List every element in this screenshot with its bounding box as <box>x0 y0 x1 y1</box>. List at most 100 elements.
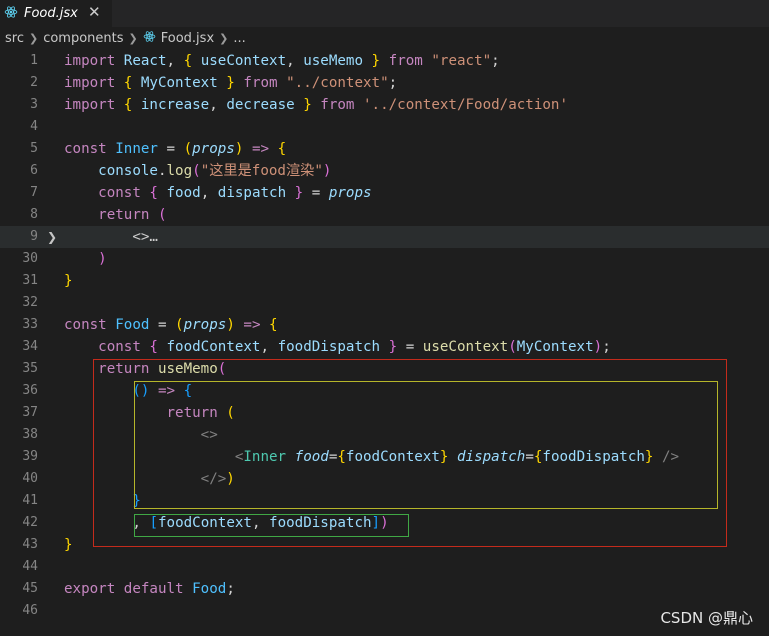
code-text: return useMemo( <box>64 358 226 380</box>
code-token: ( <box>508 339 517 355</box>
breadcrumb-item-file[interactable]: Food.jsx <box>161 31 214 46</box>
code-token: { <box>337 449 346 465</box>
code-token: ( <box>217 361 227 377</box>
line-number: 9 <box>30 229 38 244</box>
code-token: from <box>234 75 287 91</box>
line-number: 2 <box>30 75 38 90</box>
code-token: props <box>183 317 227 333</box>
line-number: 8 <box>30 207 38 222</box>
code-line[interactable]: 1 import React, { useContext, useMemo } f… <box>0 50 769 72</box>
code-line[interactable]: 31} <box>0 270 769 292</box>
code-line[interactable]: 4 <box>0 116 769 138</box>
tab-food-jsx[interactable]: Food.jsx ✕ <box>0 0 112 27</box>
line-number: 44 <box>22 559 38 574</box>
code-text: } <box>64 534 73 556</box>
code-line[interactable]: 40 </>) <box>0 468 769 490</box>
react-icon <box>4 4 18 23</box>
code-text: <> <box>64 424 218 446</box>
code-token: , <box>200 185 218 201</box>
code-token: </> <box>200 471 227 487</box>
code-token: ) <box>322 163 332 179</box>
code-line[interactable]: 9 ❯ <>… <box>0 226 769 248</box>
code-token: return <box>98 207 158 223</box>
code-line[interactable]: 41 } <box>0 490 769 512</box>
code-token: useMemo <box>303 53 364 69</box>
code-token: { <box>183 383 193 399</box>
code-token: MyContext <box>140 75 218 91</box>
code-line[interactable]: 32 <box>0 292 769 314</box>
code-token: = <box>397 339 423 355</box>
code-token: ; <box>388 75 398 91</box>
code-token: const <box>98 339 150 355</box>
code-token: Food <box>115 317 150 333</box>
code-line[interactable]: 5 const Inner = (props) => { <box>0 138 769 160</box>
code-token: = <box>303 185 329 201</box>
code-line[interactable]: 7 const { food, dispatch } = props <box>0 182 769 204</box>
code-token: default <box>123 581 193 597</box>
code-token: props <box>192 141 235 157</box>
code-text: import React, { useContext, useMemo } fr… <box>64 50 500 72</box>
code-line[interactable]: 6 console.log("这里是food渲染") <box>0 160 769 182</box>
code-line[interactable]: 45 export default Food; <box>0 578 769 600</box>
line-number: 46 <box>22 603 38 618</box>
code-line[interactable]: 35 return useMemo( <box>0 358 769 380</box>
code-token: useContext <box>422 339 509 355</box>
code-token: => <box>149 383 184 399</box>
code-text: return ( <box>64 204 166 226</box>
code-token: foodContext <box>345 449 440 465</box>
code-token: ; <box>602 339 611 355</box>
line-number: 6 <box>30 163 38 178</box>
code-token: foodDispatch <box>542 449 645 465</box>
code-text: const Food = (props) => { <box>64 314 278 336</box>
code-token: => <box>243 141 278 157</box>
code-line[interactable]: 43} <box>0 534 769 556</box>
code-token: increase <box>140 97 210 113</box>
code-token: useMemo <box>157 361 218 377</box>
code-line[interactable]: 3 import { increase, decrease } from '../… <box>0 94 769 116</box>
code-token: from <box>311 97 364 113</box>
code-line[interactable]: 38 <> <box>0 424 769 446</box>
code-token: ) <box>226 317 235 333</box>
code-token: Inner <box>243 449 287 465</box>
code-token: ) <box>380 515 389 531</box>
code-text: } <box>64 270 73 292</box>
breadcrumb-item-components[interactable]: components <box>43 31 123 46</box>
close-icon[interactable]: ✕ <box>88 3 101 21</box>
code-line[interactable]: 44 <box>0 556 769 578</box>
code-token: { <box>123 97 141 113</box>
code-line[interactable]: 33 const Food = (props) => { <box>0 314 769 336</box>
code-line[interactable]: 39 <Inner food={foodContext} dispatch={f… <box>0 446 769 468</box>
code-line[interactable]: 46 <box>0 600 769 622</box>
code-token: return <box>166 405 227 421</box>
breadcrumb-item-src[interactable]: src <box>5 31 24 46</box>
line-number: 36 <box>22 383 38 398</box>
line-number: 39 <box>22 449 38 464</box>
code-token: = <box>525 449 534 465</box>
code-text: export default Food; <box>64 578 235 600</box>
code-token: , <box>132 515 150 531</box>
code-line[interactable]: 34 const { foodContext, foodDispatch } =… <box>0 336 769 358</box>
breadcrumb: src ❯ components ❯ Food.jsx ❯ ... <box>0 27 769 49</box>
code-token: } <box>64 537 73 553</box>
code-token: } <box>380 339 398 355</box>
line-number: 35 <box>22 361 38 376</box>
code-line[interactable]: 30 ) <box>0 248 769 270</box>
code-line[interactable]: 36 () => { <box>0 380 769 402</box>
code-text: return ( <box>64 402 235 424</box>
code-token: , <box>260 339 278 355</box>
code-token: ( <box>226 405 235 421</box>
code-token: from <box>380 53 432 69</box>
code-line[interactable]: 42 , [foodContext, foodDispatch]) <box>0 512 769 534</box>
chevron-right-icon: ❯ <box>219 31 229 45</box>
code-line[interactable]: 37 return ( <box>0 402 769 424</box>
code-line[interactable]: 8 return ( <box>0 204 769 226</box>
code-line[interactable]: 2 import { MyContext } from "../context"; <box>0 72 769 94</box>
line-number: 33 <box>22 317 38 332</box>
code-editor[interactable]: 1 import React, { useContext, useMemo } f… <box>0 49 769 636</box>
breadcrumb-item-symbol[interactable]: ... <box>233 31 245 46</box>
fold-chevron-icon[interactable]: ❯ <box>47 226 57 248</box>
